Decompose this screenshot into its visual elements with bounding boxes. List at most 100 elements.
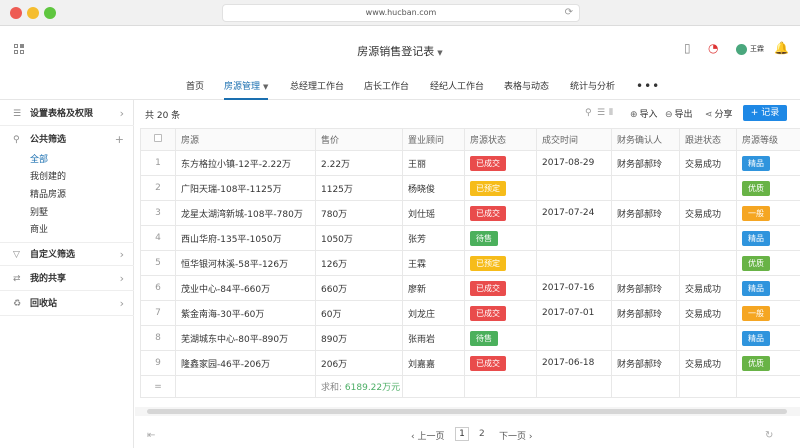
cell-grade[interactable]: 一般 bbox=[736, 300, 800, 326]
cell-follow-status[interactable]: 交易成功 bbox=[679, 200, 737, 226]
table-row[interactable]: 7 紫金南海-30平-60万 60万 刘龙庄 已成交 2017-07-01 财务部郝玲 交易成… bbox=[140, 300, 800, 326]
cell-deal-date[interactable]: 2017-08-29 bbox=[536, 150, 612, 176]
cell-price[interactable]: 60万 bbox=[315, 300, 403, 326]
prev-page-button[interactable]: ‹ 上一页 bbox=[411, 429, 444, 442]
row-number[interactable]: 4 bbox=[140, 225, 176, 251]
sidebar-my-shares[interactable]: ⇄ 我的共享 › bbox=[0, 267, 134, 291]
row-number[interactable]: 6 bbox=[140, 275, 176, 301]
nav-item-manager-workbench[interactable]: 店长工作台 bbox=[364, 74, 409, 100]
zoom-window-button[interactable] bbox=[44, 7, 56, 19]
cell-grade[interactable]: 一般 bbox=[736, 200, 800, 226]
cell-status[interactable]: 已成交 bbox=[464, 200, 537, 226]
sidebar-settings[interactable]: ☰ 设置表格及权限 › bbox=[0, 102, 134, 126]
next-page-button[interactable]: 下一页 › bbox=[499, 429, 532, 442]
cell-follow-status[interactable]: 交易成功 bbox=[679, 150, 737, 176]
sidebar-filter-all[interactable]: 全部 bbox=[30, 153, 48, 167]
add-filter-icon[interactable]: + bbox=[115, 128, 124, 152]
cell-grade[interactable]: 精品 bbox=[736, 150, 800, 176]
cell-follow-status[interactable] bbox=[679, 325, 737, 351]
sidebar-filter-mine[interactable]: 我创建的 bbox=[30, 170, 66, 184]
checkbox[interactable] bbox=[154, 134, 162, 142]
cell-agent[interactable]: 杨晓俊 bbox=[402, 175, 465, 201]
cell-deal-date[interactable]: 2017-07-24 bbox=[536, 200, 612, 226]
cell-listing[interactable]: 隆鑫家园-46平-206万 bbox=[175, 350, 316, 376]
sidebar-filter-villa[interactable]: 别墅 bbox=[30, 206, 48, 220]
document-title[interactable]: 房源销售登记表 ▼ bbox=[0, 43, 800, 59]
address-bar[interactable]: www.hucban.com ⟳ bbox=[222, 4, 580, 22]
cell-deal-date[interactable]: 2017-07-01 bbox=[536, 300, 612, 326]
cell-grade[interactable]: 精品 bbox=[736, 225, 800, 251]
cell-deal-date[interactable] bbox=[536, 175, 612, 201]
mobile-icon[interactable]: ▯ bbox=[684, 41, 691, 55]
row-number[interactable]: 5 bbox=[140, 250, 176, 276]
sidebar-filter-premium[interactable]: 精品房源 bbox=[30, 188, 66, 202]
cell-agent[interactable]: 张雨岩 bbox=[402, 325, 465, 351]
cell-price[interactable]: 890万 bbox=[315, 325, 403, 351]
row-number[interactable]: 2 bbox=[140, 175, 176, 201]
nav-item-stats[interactable]: 统计与分析 bbox=[570, 74, 615, 100]
table-row[interactable]: 1 东方格拉小镇-12平-2.22万 2.22万 王丽 已成交 2017-08-29 财务部… bbox=[140, 150, 800, 176]
cell-finance-confirmer[interactable]: 财务部郝玲 bbox=[611, 275, 680, 301]
cell-status[interactable]: 待售 bbox=[464, 325, 537, 351]
cell-status[interactable]: 已成交 bbox=[464, 275, 537, 301]
table-row[interactable]: 8 芜湖城东中心-80平-890万 890万 张雨岩 待售 精品 bbox=[140, 325, 800, 351]
column-header[interactable]: 房源等级 bbox=[736, 128, 800, 151]
reload-icon[interactable]: ⟳ bbox=[565, 5, 573, 21]
cell-finance-confirmer[interactable] bbox=[611, 325, 680, 351]
column-header[interactable]: 置业顾问 bbox=[402, 128, 465, 151]
cell-status[interactable]: 已成交 bbox=[464, 150, 537, 176]
bell-icon[interactable]: 🔔 bbox=[774, 41, 789, 55]
column-header[interactable]: 售价 bbox=[315, 128, 403, 151]
table-row[interactable]: 5 恒华银河林溪-58平-126万 126万 王霖 已预定 优质 bbox=[140, 250, 800, 276]
more-icon[interactable]: ••• bbox=[636, 74, 660, 98]
cell-finance-confirmer[interactable]: 财务部郝玲 bbox=[611, 300, 680, 326]
sidebar-filter-commercial[interactable]: 商业 bbox=[30, 223, 48, 237]
sidebar-recycle-bin[interactable]: ♻ 回收站 › bbox=[0, 292, 134, 316]
cell-follow-status[interactable]: 交易成功 bbox=[679, 275, 737, 301]
table-row[interactable]: 4 西山华府-135平-1050万 1050万 张芳 待售 精品 bbox=[140, 225, 800, 251]
row-number[interactable]: 8 bbox=[140, 325, 176, 351]
refresh-icon[interactable]: ↻ bbox=[765, 430, 773, 441]
cell-agent[interactable]: 王霖 bbox=[402, 250, 465, 276]
page-1-button[interactable]: 1 bbox=[455, 427, 469, 441]
cell-price[interactable]: 126万 bbox=[315, 250, 403, 276]
cell-status[interactable]: 已成交 bbox=[464, 300, 537, 326]
cell-listing[interactable]: 芜湖城东中心-80平-890万 bbox=[175, 325, 316, 351]
nav-item-tables-activity[interactable]: 表格与动态 bbox=[504, 74, 549, 100]
view-toggle-icon[interactable]: ☰ bbox=[597, 108, 605, 118]
export-button[interactable]: ⊖ 导出 bbox=[665, 107, 693, 120]
cell-finance-confirmer[interactable]: 财务部郝玲 bbox=[611, 150, 680, 176]
cell-follow-status[interactable]: 交易成功 bbox=[679, 350, 737, 376]
cell-grade[interactable]: 优质 bbox=[736, 250, 800, 276]
cell-listing[interactable]: 龙星太湖湾新城-108平-780万 bbox=[175, 200, 316, 226]
table-row[interactable]: 9 隆鑫家园-46平-206万 206万 刘嘉嘉 已成交 2017-06-18 财务部郝玲交… bbox=[140, 350, 800, 376]
column-header[interactable]: 成交时间 bbox=[536, 128, 612, 151]
cell-deal-date[interactable] bbox=[536, 325, 612, 351]
sidebar-custom-filters[interactable]: ▽ 自定义筛选 › bbox=[0, 242, 134, 266]
cell-listing[interactable]: 东方格拉小镇-12平-2.22万 bbox=[175, 150, 316, 176]
cell-price[interactable]: 780万 bbox=[315, 200, 403, 226]
nav-item-home[interactable]: 首页 bbox=[186, 74, 204, 100]
nav-item-listings[interactable]: 房源管理 ▼ bbox=[224, 74, 269, 100]
cell-price[interactable]: 1125万 bbox=[315, 175, 403, 201]
cell-status[interactable]: 已预定 bbox=[464, 175, 537, 201]
cell-finance-confirmer[interactable]: 财务部郝玲 bbox=[611, 350, 680, 376]
nav-item-gm-workbench[interactable]: 总经理工作台 bbox=[290, 74, 344, 100]
column-settings-icon[interactable]: ⦀ bbox=[609, 108, 613, 118]
cell-price[interactable]: 206万 bbox=[315, 350, 403, 376]
cell-price[interactable]: 1050万 bbox=[315, 225, 403, 251]
cell-follow-status[interactable] bbox=[679, 250, 737, 276]
row-number[interactable]: 9 bbox=[140, 350, 176, 376]
column-header[interactable]: 房源状态 bbox=[464, 128, 537, 151]
column-header[interactable]: 跟进状态 bbox=[679, 128, 737, 151]
cell-grade[interactable]: 优质 bbox=[736, 350, 800, 376]
cell-agent[interactable]: 刘嘉嘉 bbox=[402, 350, 465, 376]
cell-status[interactable]: 已成交 bbox=[464, 350, 537, 376]
sidebar-public-filters[interactable]: ⚲ 公共筛选 + bbox=[0, 128, 134, 152]
minimize-window-button[interactable] bbox=[27, 7, 39, 19]
table-row[interactable]: 2 广阳天瑞-108平-1125万 1125万 杨晓俊 已预定 优质 bbox=[140, 175, 800, 201]
cell-grade[interactable]: 精品 bbox=[736, 325, 800, 351]
cell-deal-date[interactable]: 2017-07-16 bbox=[536, 275, 612, 301]
close-window-button[interactable] bbox=[10, 7, 22, 19]
nav-item-agent-workbench[interactable]: 经纪人工作台 bbox=[430, 74, 484, 100]
